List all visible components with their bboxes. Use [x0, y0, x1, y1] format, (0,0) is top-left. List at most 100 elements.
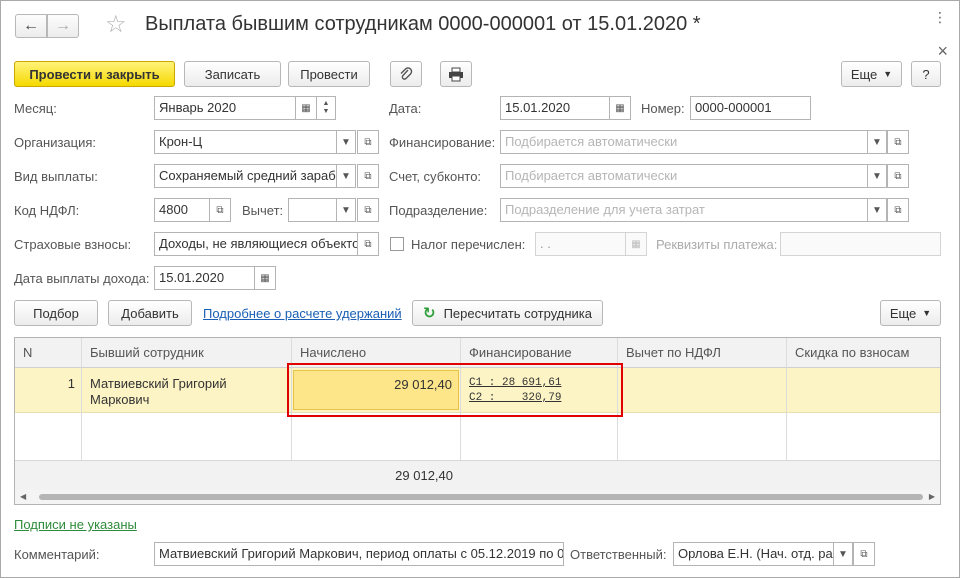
- date-field[interactable]: 15.01.2020: [500, 96, 610, 120]
- insurance-field[interactable]: Доходы, не являющиеся объекто: [154, 232, 358, 256]
- add-button[interactable]: Добавить: [108, 300, 192, 326]
- recalculate-label: Пересчитать сотрудника: [443, 305, 593, 321]
- arrow-left-icon: ←: [23, 17, 39, 34]
- number-field[interactable]: 0000-000001: [690, 96, 811, 120]
- more-button[interactable]: Еще ▼: [841, 61, 902, 87]
- attach-button[interactable]: [390, 61, 422, 87]
- paperclip-icon: [400, 67, 413, 80]
- responsible-label: Ответственный:: [570, 547, 667, 562]
- dropdown-icon[interactable]: ▼: [867, 130, 887, 154]
- tax-paid-label: Налог перечислен:: [411, 237, 526, 252]
- arrow-right-icon: →: [55, 17, 71, 34]
- select-button[interactable]: Подбор: [14, 300, 98, 326]
- scroll-left-icon[interactable]: ◀: [20, 492, 26, 501]
- post-button[interactable]: Провести: [288, 61, 370, 87]
- open-icon[interactable]: ⧉: [357, 232, 379, 256]
- dropdown-icon[interactable]: ▼: [867, 198, 887, 222]
- financing-label: Финансирование:: [389, 135, 496, 150]
- department-label: Подразделение:: [389, 203, 488, 218]
- calendar-icon[interactable]: ▦: [254, 266, 276, 290]
- scroll-right-icon[interactable]: ▶: [929, 492, 935, 501]
- number-label: Номер:: [641, 101, 685, 116]
- comment-label: Комментарий:: [14, 547, 100, 562]
- department-field[interactable]: Подразделение для учета затрат: [500, 198, 868, 222]
- back-button[interactable]: ←: [15, 14, 47, 38]
- month-label: Месяц:: [14, 101, 57, 116]
- forward-button[interactable]: →: [47, 14, 79, 38]
- open-icon[interactable]: ⧉: [357, 130, 379, 154]
- pay-type-field[interactable]: Сохраняемый средний зараб: [154, 164, 337, 188]
- deduction-field[interactable]: [288, 198, 337, 222]
- payment-details-field[interactable]: [780, 232, 941, 256]
- printer-icon: [449, 67, 463, 81]
- insurance-label: Страховые взносы:: [14, 237, 132, 252]
- ndfl-code-field[interactable]: 4800: [154, 198, 210, 222]
- pay-type-label: Вид выплаты:: [14, 169, 98, 184]
- employee-cell[interactable]: Матвиевский Григорий Маркович: [90, 376, 227, 408]
- open-icon[interactable]: ⧉: [887, 164, 909, 188]
- deduction-label: Вычет:: [242, 203, 284, 218]
- recalculate-employee-button[interactable]: ↻ Пересчитать сотрудника: [412, 300, 603, 326]
- date-label: Дата:: [389, 101, 422, 116]
- close-icon[interactable]: ×: [937, 41, 948, 62]
- open-icon[interactable]: ⧉: [209, 198, 231, 222]
- caret-down-icon: ▼: [883, 69, 893, 79]
- comment-field[interactable]: Матвиевский Григорий Маркович, период оп…: [154, 542, 564, 566]
- month-field[interactable]: Январь 2020: [154, 96, 296, 120]
- print-button[interactable]: [440, 61, 472, 87]
- open-icon[interactable]: ⧉: [357, 164, 379, 188]
- spin-up-icon: ▲: [322, 100, 330, 107]
- calculation-details-link[interactable]: Подробнее о расчете удержаний: [203, 306, 402, 321]
- row-number: 1: [67, 376, 75, 391]
- tax-paid-checkbox[interactable]: [390, 237, 404, 251]
- organization-field[interactable]: Крон-Ц: [154, 130, 337, 154]
- income-date-label: Дата выплаты дохода:: [14, 271, 150, 286]
- income-date-field[interactable]: 15.01.2020: [154, 266, 256, 290]
- document-window: ← → ☆ Выплата бывшим сотрудникам 0000-00…: [0, 0, 960, 578]
- horizontal-scrollbar[interactable]: ◀ ▶: [15, 490, 940, 504]
- table-footer: 29 012,40: [15, 460, 940, 490]
- post-and-close-button[interactable]: Провести и закрыть: [14, 61, 175, 87]
- month-spinner[interactable]: ▲ ▼: [316, 96, 336, 120]
- open-icon[interactable]: ⧉: [887, 130, 909, 154]
- column-header-discount[interactable]: Скидка по взносам: [787, 338, 940, 368]
- open-icon[interactable]: ⧉: [853, 542, 875, 566]
- organization-label: Организация:: [14, 135, 97, 150]
- employee-name-line2: Маркович: [90, 392, 150, 407]
- scrollbar-thumb[interactable]: [39, 494, 923, 500]
- table-more-button[interactable]: Еще ▼: [880, 300, 941, 326]
- star-icon[interactable]: ☆: [105, 11, 127, 39]
- dropdown-icon[interactable]: ▼: [336, 164, 356, 188]
- calendar-icon[interactable]: ▦: [625, 232, 647, 256]
- tax-paid-date-field[interactable]: . .: [535, 232, 627, 256]
- column-header-n[interactable]: N: [15, 338, 82, 368]
- help-button[interactable]: ?: [911, 61, 941, 87]
- caret-down-icon: ▼: [922, 308, 932, 318]
- dots-icon[interactable]: ⋮: [933, 9, 947, 26]
- account-label: Счет, субконто:: [389, 169, 482, 184]
- ndfl-code-label: Код НДФЛ:: [14, 203, 80, 218]
- column-header-employee[interactable]: Бывший сотрудник: [82, 338, 292, 368]
- dropdown-icon[interactable]: ▼: [336, 198, 356, 222]
- calendar-icon[interactable]: ▦: [295, 96, 317, 120]
- refresh-icon: ↻: [422, 305, 436, 322]
- column-header-ndfl-deduction[interactable]: Вычет по НДФЛ: [618, 338, 787, 368]
- dropdown-icon[interactable]: ▼: [833, 542, 853, 566]
- open-icon[interactable]: ⧉: [887, 198, 909, 222]
- open-icon[interactable]: ⧉: [357, 198, 379, 222]
- spin-down-icon: ▼: [322, 108, 330, 115]
- dropdown-icon[interactable]: ▼: [867, 164, 887, 188]
- responsible-field[interactable]: Орлова Е.Н. (Нач. отд. ра: [673, 542, 834, 566]
- calendar-icon[interactable]: ▦: [609, 96, 631, 120]
- highlight-frame: [287, 363, 623, 417]
- payment-details-label: Реквизиты платежа:: [656, 237, 778, 252]
- more-label: Еще: [850, 66, 878, 82]
- table-more-label: Еще: [889, 305, 917, 321]
- account-field[interactable]: Подбирается автоматически: [500, 164, 868, 188]
- page-title: Выплата бывшим сотрудникам 0000-000001 о…: [145, 13, 701, 35]
- financing-field[interactable]: Подбирается автоматически: [500, 130, 868, 154]
- employee-name-line1: Матвиевский Григорий: [90, 376, 227, 391]
- save-button[interactable]: Записать: [184, 61, 281, 87]
- signatures-link[interactable]: Подписи не указаны: [14, 517, 137, 532]
- dropdown-icon[interactable]: ▼: [336, 130, 356, 154]
